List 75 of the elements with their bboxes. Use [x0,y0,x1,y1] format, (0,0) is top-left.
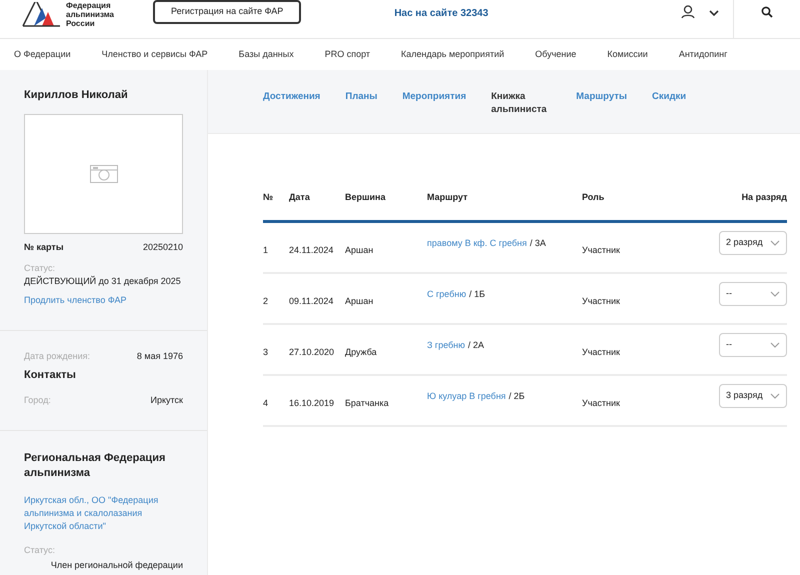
card-number: 20250210 [142,241,183,253]
route-grade: / 1Б [469,289,485,299]
table-cell: 2 [263,296,268,306]
city-label: Город: [24,394,51,406]
chevron-down-icon[interactable] [709,10,719,16]
birth-label: Дата рождения: [24,350,90,362]
search-icon[interactable] [761,6,773,18]
city-value: Иркутск [150,394,183,406]
chevron-down-icon [770,240,780,246]
table-cell: 27.10.2020 [289,347,334,357]
table-cell: 4 [263,398,268,408]
table-cell: 16.10.2019 [289,398,334,408]
chevron-down-icon [770,342,780,348]
table-cell: 3 [263,347,268,357]
route-grade: / 2Б [508,391,525,401]
camera-icon [90,165,118,183]
table-cell: Участник [582,347,620,357]
nav-link[interactable]: Антидопинг [678,48,728,62]
table-cell: Участник [582,245,620,255]
rank-select[interactable]: -- [719,333,787,357]
region-heading: Региональная Федерация альпинизма [24,451,166,481]
route-grade: / 3А [530,238,546,248]
route-link[interactable]: З гребню [427,340,466,350]
region-status-value: Член региональной федерации [50,559,183,571]
status-value: ДЕЙСТВУЮЩИЙ до 31 декабря 2025 [24,275,182,287]
column-header: Маршрут [427,192,468,202]
profile-tab[interactable]: Книжка альпиниста [491,90,552,116]
user-icon[interactable] [681,5,695,19]
route-link[interactable]: С гребню [427,289,466,299]
column-header: На разряд [742,192,787,202]
table-cell: Участник [582,296,620,306]
profile-tab[interactable]: Достижения [263,90,320,103]
table-cell: Участник [582,398,620,408]
table-cell: Аршан [345,296,374,306]
birth-date: 8 мая 1976 [136,350,183,362]
column-header: Роль [582,192,604,202]
table-cell: 24.11.2024 [289,245,334,255]
logo-text: Федерация альпинизма России [66,0,115,28]
table-cell: Братчанка [345,398,389,408]
nav-link[interactable]: Календарь мероприятий [401,48,504,62]
profile-tab[interactable]: Маршруты [576,90,628,103]
nav-link[interactable]: Комиссии [607,48,648,62]
rank-select[interactable]: 2 разряд [719,231,787,255]
nav-link[interactable]: Базы данных [238,48,294,62]
table-cell: 1 [263,245,268,255]
profile-name: Кириллов Николай [24,89,129,101]
table-cell: Аршан [345,245,374,255]
rank-select[interactable]: 3 разряд [719,384,787,408]
profile-tab[interactable]: Планы [345,90,378,103]
column-header: Дата [289,192,310,202]
renew-link[interactable]: Продлить членство ФАР [24,294,183,306]
online-count: Нас на сайте 32343 [394,6,488,20]
profile-tab[interactable]: Мероприятия [402,90,466,103]
table-cell: Дружба [345,347,377,357]
nav-link[interactable]: Обучение [535,48,576,62]
nav-link[interactable]: О Федерации [14,48,71,62]
column-header: № [263,192,274,202]
region-link[interactable]: Иркутская обл., ОО "Федерация альпинизма и скалолазания Иркутской области" [24,494,183,533]
route-link[interactable]: Ю кулуар В гребня [427,391,506,401]
region-status-label: Статус: [24,544,56,556]
nav-link[interactable]: PRO спорт [324,48,370,62]
route-link[interactable]: правому В кф. С гребня [427,238,527,248]
profile-tab[interactable]: Скидки [652,90,686,103]
contacts-heading: Контакты [24,369,77,381]
column-header: Вершина [345,192,386,202]
nav-link[interactable]: Членство и сервисы ФАР [102,48,208,62]
register-button[interactable]: Регистрация на сайте ФАР [153,0,302,24]
table-cell: 09.11.2024 [289,296,334,306]
card-label: № карты [24,241,64,253]
rank-select[interactable]: -- [719,282,787,306]
chevron-down-icon [770,393,780,399]
logo-icon [22,2,62,26]
status-label: Статус: [24,262,56,274]
chevron-down-icon [770,291,780,297]
route-grade: / 2А [468,340,484,350]
